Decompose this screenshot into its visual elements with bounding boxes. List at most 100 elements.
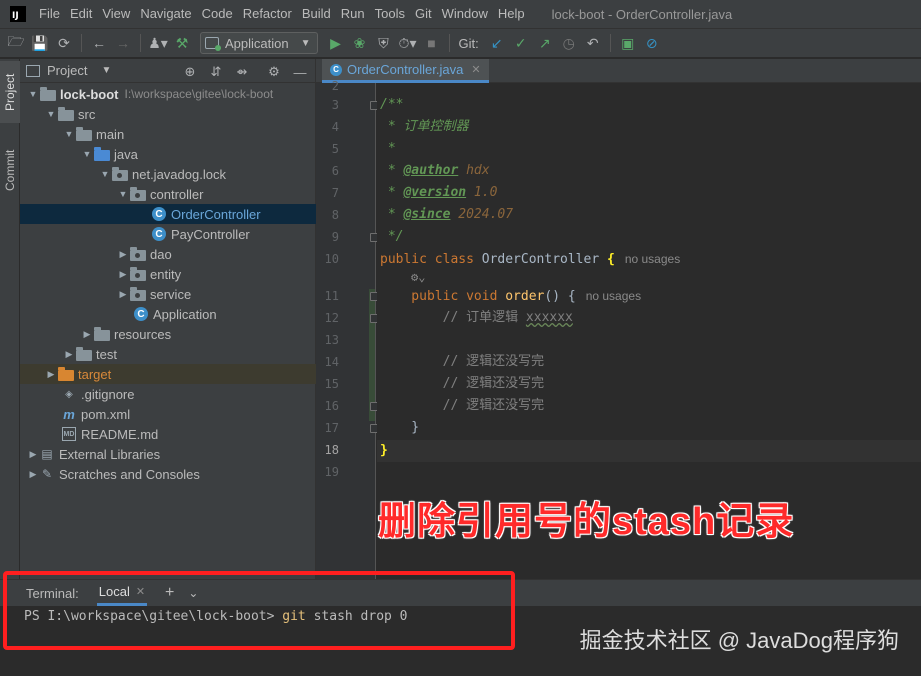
chevron-right-icon[interactable]: ▶ — [44, 369, 58, 380]
menu-navigate[interactable]: Navigate — [135, 0, 196, 28]
line-number: 12 — [324, 311, 339, 325]
tree-item-paycontroller[interactable]: C PayController — [20, 224, 316, 244]
chevron-down-icon[interactable]: ▼ — [101, 65, 111, 76]
run-configuration-select[interactable]: Application ▼ — [200, 32, 318, 54]
main-toolbar: 🗁 💾 ⟳ ← → ♟▾ ⚒ Application ▼ ▶ ❀ ⛨ ⏱▾ ■ … — [0, 28, 921, 58]
forward-arrow-icon[interactable]: → — [112, 32, 134, 54]
chevron-right-icon[interactable]: ▶ — [80, 329, 94, 340]
terminal-command-line[interactable]: PS I:\workspace\gitee\lock-boot> git sta… — [24, 609, 408, 624]
locate-target-icon[interactable]: ⊕ — [182, 64, 198, 80]
chevron-down-icon[interactable]: ⌄ — [188, 586, 198, 600]
code-line-14: // 逻辑还没写完 — [380, 354, 545, 369]
menu-code[interactable]: Code — [197, 0, 238, 28]
tree-item-scratches[interactable]: ▶ ✎ Scratches and Consoles — [20, 464, 316, 484]
menu-window[interactable]: Window — [437, 0, 493, 28]
chevron-down-icon[interactable]: ▼ — [80, 149, 94, 159]
add-terminal-plus-icon[interactable]: + — [165, 584, 174, 602]
chevron-right-icon[interactable]: ▶ — [26, 449, 40, 460]
tree-item-controller[interactable]: ▼ controller — [20, 184, 316, 204]
tree-item-main[interactable]: ▼ main — [20, 124, 316, 144]
chevron-right-icon[interactable]: ▶ — [116, 289, 130, 300]
application-config-icon — [205, 37, 221, 51]
doc-value: 2024.07 — [450, 207, 514, 222]
tree-item-path: I:\workspace\gitee\lock-boot — [124, 87, 274, 101]
run-icon[interactable]: ▶ — [325, 32, 347, 54]
save-icon[interactable]: 💾 — [29, 32, 51, 54]
monitor-chart-icon[interactable]: ▣ — [617, 32, 639, 54]
chevron-right-icon[interactable]: ▶ — [116, 269, 130, 280]
chevron-right-icon[interactable]: ▶ — [116, 249, 130, 260]
tree-item-application[interactable]: C Application — [20, 304, 316, 324]
tab-ordercontroller[interactable]: C OrderController.java ✕ — [322, 59, 489, 83]
menu-refactor[interactable]: Refactor — [238, 0, 297, 28]
watermark: 掘金技术社区 @ JavaDog程序狗 — [579, 628, 899, 653]
gear-icon[interactable]: ⚙ — [266, 64, 282, 80]
menu-run[interactable]: Run — [336, 0, 370, 28]
tree-item-target[interactable]: ▶ target — [20, 364, 316, 384]
chevron-right-icon[interactable]: ▶ — [62, 349, 76, 360]
tree-item-readme[interactable]: MD README.md — [20, 424, 316, 444]
git-update-arrow-icon[interactable]: ↙ — [486, 32, 508, 54]
tree-item-service[interactable]: ▶ service — [20, 284, 316, 304]
menu-git[interactable]: Git — [410, 0, 437, 28]
tree-item-entity[interactable]: ▶ entity — [20, 264, 316, 284]
chevron-down-icon[interactable]: ▼ — [116, 189, 130, 199]
close-icon[interactable]: ✕ — [136, 585, 145, 598]
coverage-shield-icon[interactable]: ⛨ — [373, 32, 395, 54]
menu-build[interactable]: Build — [297, 0, 336, 28]
git-history-clock-icon[interactable]: ◷ — [558, 32, 580, 54]
back-arrow-icon[interactable]: ← — [88, 32, 110, 54]
inlay-settings-icon[interactable]: ⚙⌄ — [411, 270, 425, 284]
tab-label: OrderController.java — [347, 62, 464, 77]
tree-item-resources[interactable]: ▶ resources — [20, 324, 316, 344]
git-rollback-icon[interactable]: ↶ — [582, 32, 604, 54]
close-icon[interactable]: ✕ — [471, 63, 480, 76]
build-hammer-icon[interactable]: ⚒ — [171, 32, 193, 54]
stripe-tab-project[interactable]: Project — [0, 61, 20, 123]
expand-all-icon[interactable]: ⇵ — [208, 64, 224, 80]
tree-item-pom[interactable]: m pom.xml — [20, 404, 316, 424]
chevron-down-icon[interactable]: ▼ — [26, 89, 40, 99]
tree-item-test[interactable]: ▶ test — [20, 344, 316, 364]
chevron-down-icon[interactable]: ▼ — [44, 109, 58, 119]
menu-edit[interactable]: Edit — [65, 0, 97, 28]
tree-item-label: target — [78, 366, 112, 382]
git-push-arrow-icon[interactable]: ↗ — [534, 32, 556, 54]
tree-item-ordercontroller[interactable]: C OrderController — [20, 204, 316, 224]
git-label: Git: — [458, 35, 479, 51]
line-number: 14 — [324, 355, 339, 369]
chevron-down-icon[interactable]: ▼ — [62, 129, 76, 139]
menu-help[interactable]: Help — [493, 0, 530, 28]
hide-minus-icon[interactable]: — — [292, 64, 308, 80]
user-icon[interactable]: ♟▾ — [147, 32, 169, 54]
tree-item-lock-boot[interactable]: ▼ lock-boot I:\workspace\gitee\lock-boot — [20, 84, 316, 104]
chevron-down-icon[interactable]: ▼ — [98, 169, 112, 179]
tree-item-label: .gitignore — [81, 386, 135, 402]
menu-file[interactable]: File — [34, 0, 65, 28]
package-icon — [130, 286, 146, 301]
tree-item-external-libraries[interactable]: ▶ ▤ External Libraries — [20, 444, 316, 464]
menu-view[interactable]: View — [97, 0, 135, 28]
stripe-tab-commit[interactable]: Commit — [0, 137, 20, 203]
power-save-icon[interactable]: ⊘ — [641, 32, 663, 54]
tab-terminal-local[interactable]: Local ✕ — [96, 580, 148, 606]
menu-tools[interactable]: Tools — [370, 0, 410, 28]
open-folder-icon[interactable]: 🗁 — [5, 32, 27, 54]
profile-icon[interactable]: ⏱▾ — [397, 32, 419, 54]
tree-item-java[interactable]: ▼ java — [20, 144, 316, 164]
usage-hint[interactable]: no usages — [625, 252, 680, 266]
chevron-right-icon[interactable]: ▶ — [26, 469, 40, 480]
collapse-all-icon[interactable]: ⇴ — [234, 64, 250, 80]
usage-hint[interactable]: no usages — [586, 289, 641, 303]
tree-item-src[interactable]: ▼ src — [20, 104, 316, 124]
git-commit-check-icon[interactable]: ✓ — [510, 32, 532, 54]
tree-item-package[interactable]: ▼ net.javadog.lock — [20, 164, 316, 184]
package-icon — [130, 266, 146, 281]
tree-item-gitignore[interactable]: ◈ .gitignore — [20, 384, 316, 404]
debug-bug-icon[interactable]: ❀ — [349, 32, 371, 54]
source-folder-icon — [94, 146, 110, 161]
stop-icon[interactable]: ■ — [421, 32, 443, 54]
spring-boot-class-icon: C — [134, 307, 148, 321]
tree-item-dao[interactable]: ▶ dao — [20, 244, 316, 264]
sync-icon[interactable]: ⟳ — [53, 32, 75, 54]
